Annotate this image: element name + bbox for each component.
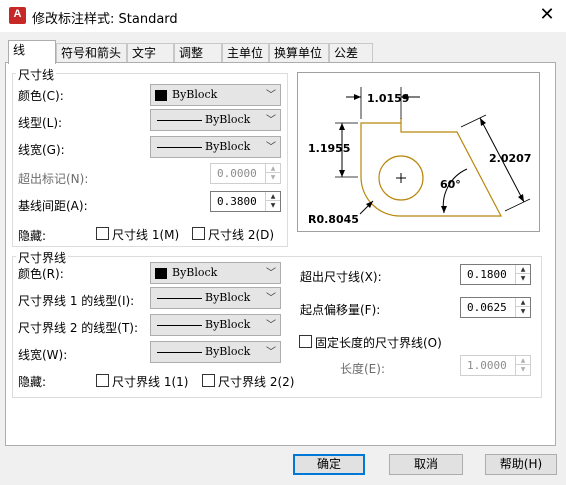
ext1-linetype-select[interactable]: ByBlock ﹀ <box>150 287 281 309</box>
origin-offset-stepper[interactable]: 0.0625 ▲ ▼ <box>460 297 531 318</box>
ext1-linetype-value: ByBlock <box>205 291 251 304</box>
cancel-button[interactable]: 取消 <box>389 454 463 475</box>
close-icon[interactable]: ✕ <box>535 4 559 28</box>
color-swatch <box>155 90 167 101</box>
chevron-down-icon: ﹀ <box>266 115 276 126</box>
baseline-spacing-label: 基线间距(A): <box>18 199 88 213</box>
spin-up-icon: ▲ <box>516 356 530 365</box>
ext-color-label: 颜色(R): <box>18 267 64 281</box>
dim-lineweight-value: ByBlock <box>205 140 251 153</box>
color-swatch <box>155 268 167 279</box>
suppress-dim1-checkbox[interactable] <box>96 227 109 240</box>
chevron-down-icon: ﹀ <box>266 268 276 279</box>
suppress-dim1-label[interactable]: 尺寸线 1(M) <box>112 226 179 243</box>
tab-text[interactable]: 文字 <box>127 43 174 62</box>
origin-offset-label: 起点偏移量(F): <box>300 303 381 317</box>
app-icon: A <box>9 7 26 24</box>
preview-dim-left: 1.1955 <box>308 142 350 155</box>
spin-down-icon[interactable]: ▼ <box>516 274 530 283</box>
lineweight-sample <box>157 147 202 148</box>
spin-down-icon: ▼ <box>270 174 276 181</box>
dim-color-value: ByBlock <box>172 88 218 101</box>
tab-tolerances[interactable]: 公差 <box>329 43 373 62</box>
dim-linetype-label: 线型(L): <box>18 116 63 130</box>
spin-down-icon[interactable]: ▼ <box>516 307 530 316</box>
spin-down-icon: ▼ <box>520 366 526 373</box>
fixed-length-label[interactable]: 固定长度的尺寸界线(O) <box>315 334 442 351</box>
tab-alternate-units[interactable]: 换算单位 <box>269 43 329 62</box>
chevron-down-icon: ﹀ <box>266 142 276 153</box>
tab-lines[interactable]: 线 <box>8 40 56 64</box>
preview-dim-right: 2.0207 <box>489 152 531 165</box>
origin-offset-value[interactable]: 0.0625 <box>467 301 507 314</box>
ext1-linetype-label: 尺寸界线 1 的线型(I): <box>18 294 135 308</box>
spin-down-icon[interactable]: ▼ <box>266 201 280 210</box>
preview-drawing: 1.0159 1.1955 2.0207 60° R0.8045 <box>308 87 531 226</box>
extend-ticks-value: 0.0000 <box>217 167 257 180</box>
ext-color-value: ByBlock <box>172 266 218 279</box>
length-value: 1.0000 <box>467 359 507 372</box>
preview-dim-top: 1.0159 <box>367 92 409 105</box>
lineweight-sample <box>157 352 202 353</box>
baseline-spacing-stepper[interactable]: 0.3800 ▲ ▼ <box>210 191 281 212</box>
spin-up-icon[interactable]: ▲ <box>266 192 280 201</box>
dim-linetype-select[interactable]: ByBlock ﹀ <box>150 109 281 131</box>
dim-lineweight-label: 线宽(G): <box>18 143 65 157</box>
spin-up-icon[interactable]: ▲ <box>516 298 530 307</box>
fixed-length-checkbox[interactable] <box>299 335 312 348</box>
linetype-sample <box>157 120 202 121</box>
length-label: 长度(E): <box>340 362 385 376</box>
dim-lineweight-select[interactable]: ByBlock ﹀ <box>150 136 281 158</box>
chevron-down-icon: ﹀ <box>266 90 276 101</box>
tab-primary-units[interactable]: 主单位 <box>222 43 269 62</box>
title-bar: A 修改标注样式: Standard ✕ <box>0 0 566 32</box>
linetype-sample <box>157 298 202 299</box>
ok-button[interactable]: 确定 <box>293 454 365 475</box>
tab-fit[interactable]: 调整 <box>174 43 222 62</box>
ext-lineweight-select[interactable]: ByBlock ﹀ <box>150 341 281 363</box>
ext2-linetype-select[interactable]: ByBlock ﹀ <box>150 314 281 336</box>
tab-symbols-arrows[interactable]: 符号和箭头 <box>56 43 127 62</box>
suppress-ext1-checkbox[interactable] <box>96 374 109 387</box>
dim-linetype-value: ByBlock <box>205 113 251 126</box>
linetype-sample <box>157 325 202 326</box>
chevron-down-icon: ﹀ <box>266 293 276 304</box>
suppress-dim2-checkbox[interactable] <box>192 227 205 240</box>
dim-suppress-label: 隐藏: <box>18 229 47 243</box>
dim-color-select[interactable]: ByBlock ﹀ <box>150 84 281 106</box>
chevron-down-icon: ﹀ <box>266 320 276 331</box>
preview-angle: 60° <box>440 178 461 191</box>
suppress-ext2-label[interactable]: 尺寸界线 2(2) <box>218 373 294 390</box>
ext-lines-title: 尺寸界线 <box>16 249 69 266</box>
extend-beyond-value[interactable]: 0.1800 <box>467 268 507 281</box>
preview-pane: 1.0159 1.1955 2.0207 60° R0.8045 <box>297 72 540 232</box>
chevron-down-icon: ﹀ <box>266 347 276 358</box>
dim-color-label: 颜色(C): <box>18 89 64 103</box>
length-stepper: 1.0000 ▲ ▼ <box>460 355 531 376</box>
window-title: 修改标注样式: Standard <box>32 12 178 27</box>
suppress-ext2-checkbox[interactable] <box>202 374 215 387</box>
ext-lineweight-value: ByBlock <box>205 345 251 358</box>
ext2-linetype-label: 尺寸界线 2 的线型(T): <box>18 321 139 335</box>
extend-ticks-label: 超出标记(N): <box>18 172 89 186</box>
extend-ticks-stepper: 0.0000 ▲ ▼ <box>210 163 281 184</box>
spin-up-icon: ▲ <box>266 164 280 173</box>
help-button[interactable]: 帮助(H) <box>485 454 557 475</box>
extend-beyond-label: 超出尺寸线(X): <box>300 270 382 284</box>
suppress-ext1-label[interactable]: 尺寸界线 1(1) <box>112 373 188 390</box>
baseline-spacing-value[interactable]: 0.3800 <box>217 195 257 208</box>
spin-up-icon[interactable]: ▲ <box>516 265 530 274</box>
preview-radius: R0.8045 <box>308 213 359 226</box>
ext-lineweight-label: 线宽(W): <box>18 348 68 362</box>
extend-beyond-stepper[interactable]: 0.1800 ▲ ▼ <box>460 264 531 285</box>
ext-color-select[interactable]: ByBlock ﹀ <box>150 262 281 284</box>
suppress-dim2-label[interactable]: 尺寸线 2(D) <box>208 226 274 243</box>
dim-lines-title: 尺寸线 <box>16 66 57 83</box>
ext2-linetype-value: ByBlock <box>205 318 251 331</box>
ext-suppress-label: 隐藏: <box>18 375 47 389</box>
